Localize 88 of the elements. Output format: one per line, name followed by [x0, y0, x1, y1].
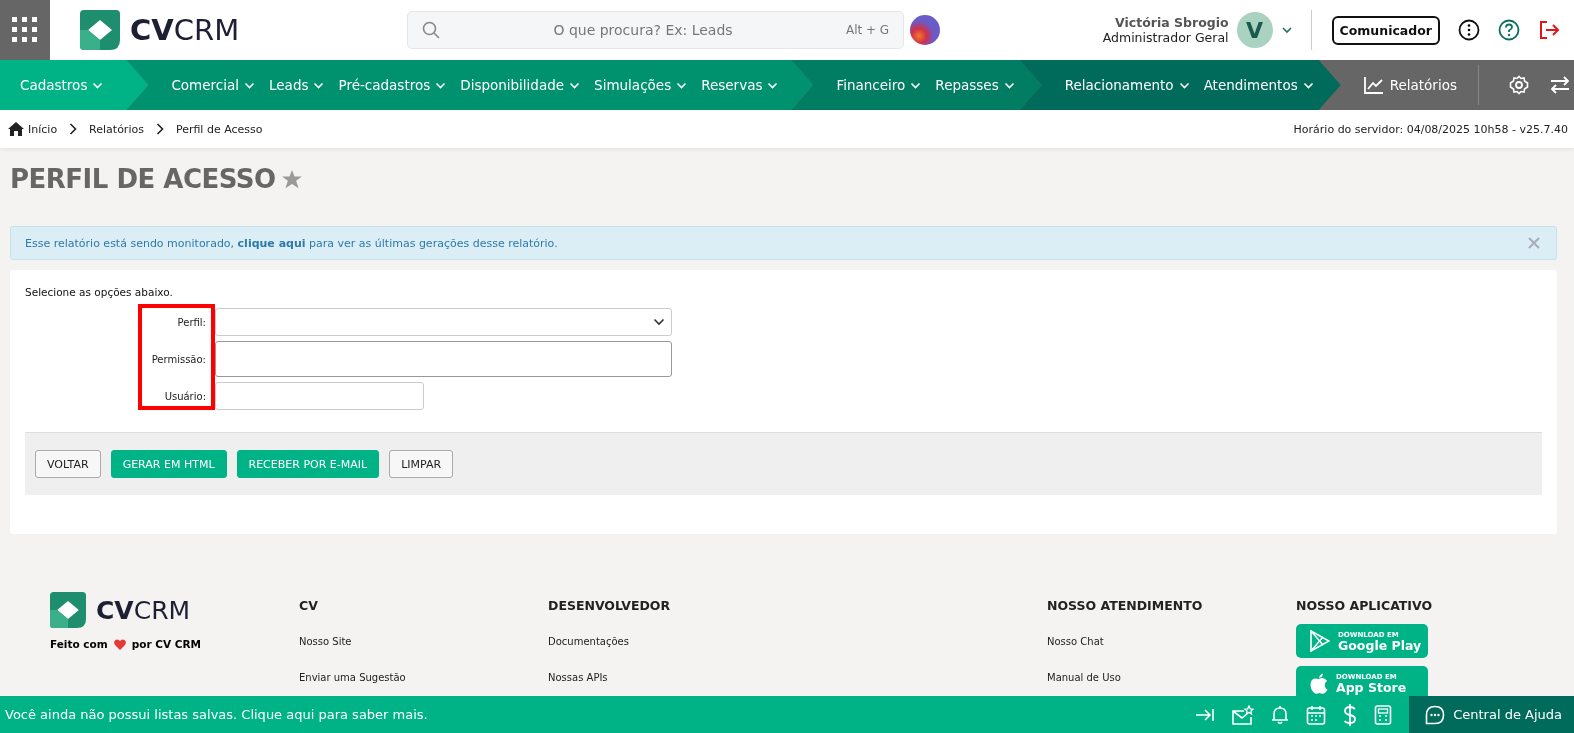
field-label: Usuário: [163, 390, 207, 402]
calendar-icon[interactable] [1306, 704, 1327, 725]
chevron-down-icon [1178, 81, 1190, 89]
settings-icon[interactable] [1508, 75, 1529, 95]
user-avatar[interactable]: V [1236, 12, 1273, 48]
nav-menu-item[interactable]: Atendimentos [1198, 77, 1319, 93]
chevron-down-icon [1003, 81, 1015, 89]
logo-text: CVCRM [130, 13, 240, 47]
star-icon[interactable] [281, 169, 302, 189]
play-icon [1310, 630, 1330, 652]
made-with-text: por CV CRM [131, 638, 202, 650]
footer-link[interactable]: Nossas APIs [548, 672, 1047, 683]
chevron-down-icon [910, 81, 922, 89]
chevron-down-icon [92, 81, 104, 89]
communicator-button[interactable]: Comunicador [1331, 15, 1440, 45]
mail-star-icon[interactable] [1232, 704, 1255, 725]
footer-heading: NOSSO APLICATIVO [1296, 598, 1434, 613]
nav-menu-item[interactable]: Pré-cadastros [333, 77, 452, 93]
shortcut-hint: Alt + G [845, 23, 890, 37]
chevron-down-icon [767, 81, 779, 89]
nav-menu-item[interactable]: Financeiro [831, 77, 927, 93]
chevron-down-icon [244, 81, 255, 89]
action-button[interactable]: LIMPAR [389, 450, 454, 478]
apps-menu-button[interactable] [0, 0, 50, 60]
page-title: PERFIL DE ACESSO [10, 164, 276, 194]
nav-menu-item[interactable]: Leads [264, 77, 330, 93]
user-name: Victória Sbrogio [1115, 15, 1229, 30]
chevron-down-icon [676, 81, 688, 89]
footer-heading: CV [299, 598, 319, 613]
input-field[interactable] [215, 341, 672, 377]
logo-text: CVCRM [96, 595, 191, 625]
breadcrumb-link[interactable]: Relatórios [89, 122, 144, 136]
chevron-down-icon [1302, 81, 1314, 89]
breadcrumb-link[interactable]: Início [28, 122, 58, 136]
footer-link[interactable]: Manual de Uso [1047, 672, 1296, 683]
chevron-right-icon [69, 123, 78, 135]
swap-icon[interactable] [1548, 75, 1571, 95]
info-icon[interactable] [1458, 19, 1480, 41]
nav-menu-item[interactable]: Repasses [930, 77, 1020, 93]
nav-menu-item[interactable]: Comercial [166, 77, 260, 93]
chevron-down-icon [435, 81, 447, 89]
server-time: Horário do servidor: 04/08/2025 10h58 - v25.7.40 [1293, 122, 1568, 136]
footer-link[interactable]: Nosso Site [299, 636, 548, 647]
footer-link[interactable]: Nosso Chat [1047, 636, 1296, 647]
search-input[interactable]: O que procura? Ex: Leads [450, 21, 836, 39]
chevron-down-icon [569, 81, 581, 89]
home-icon [8, 122, 24, 136]
heart-icon [113, 638, 126, 650]
close-icon[interactable] [1528, 237, 1540, 249]
dollar-icon[interactable] [1343, 703, 1358, 726]
arrow-to-bar-icon[interactable] [1195, 706, 1216, 723]
field-label: Permissão: [150, 353, 207, 365]
footer-link[interactable]: Enviar uma Sugestão [299, 672, 548, 683]
logout-icon[interactable] [1538, 19, 1560, 41]
chat-bubble-icon [1425, 704, 1446, 725]
apple-icon [1310, 672, 1328, 694]
form-instructions: Selecione as opções abaixo. [25, 286, 174, 298]
user-role: Administrador Geral [1102, 30, 1229, 45]
search-field[interactable]: O que procura? Ex: Leads Alt + G [407, 11, 905, 49]
nav-menu-item[interactable]: Disponibilidade [455, 77, 586, 93]
footer-heading: NOSSO ATENDIMENTO [1047, 598, 1204, 613]
search-icon [422, 21, 441, 39]
chevron-right-icon [155, 123, 164, 135]
help-center-button[interactable]: Central de Ajuda [1409, 696, 1574, 733]
select-field[interactable] [215, 308, 672, 336]
chevron-down-icon [653, 318, 665, 326]
input-field[interactable] [215, 382, 424, 410]
nav-menu-item[interactable]: Reservas [696, 77, 784, 93]
nav-menu-item[interactable]: Relacionamento [1059, 77, 1195, 93]
action-button[interactable]: VOLTAR [35, 450, 101, 478]
chevron-down-icon[interactable] [1280, 26, 1293, 34]
footer-link[interactable]: Documentações [548, 636, 1047, 647]
help-icon[interactable] [1498, 19, 1520, 41]
field-label: Perfil: [176, 316, 207, 328]
reports-link[interactable]: Relatórios [1358, 76, 1462, 94]
breadcrumb-link[interactable]: Perfil de Acesso [175, 122, 263, 136]
logo-icon [50, 592, 86, 628]
made-with-text: Feito com [50, 638, 108, 650]
calculator-icon[interactable] [1374, 704, 1393, 725]
footer-heading: DESENVOLVEDOR [548, 598, 672, 613]
logo-icon [80, 10, 120, 50]
chevron-down-icon [313, 81, 325, 89]
line-chart-icon [1363, 76, 1384, 94]
nav-menu-item[interactable]: Simulações [589, 77, 693, 93]
alert-text: Esse relatório está sendo monitorado, clique aqui para ver as últimas gerações desse relatório. [25, 236, 558, 250]
grid-icon [12, 17, 38, 43]
assistant-orb-icon[interactable] [910, 15, 941, 45]
bell-icon[interactable] [1271, 704, 1290, 725]
